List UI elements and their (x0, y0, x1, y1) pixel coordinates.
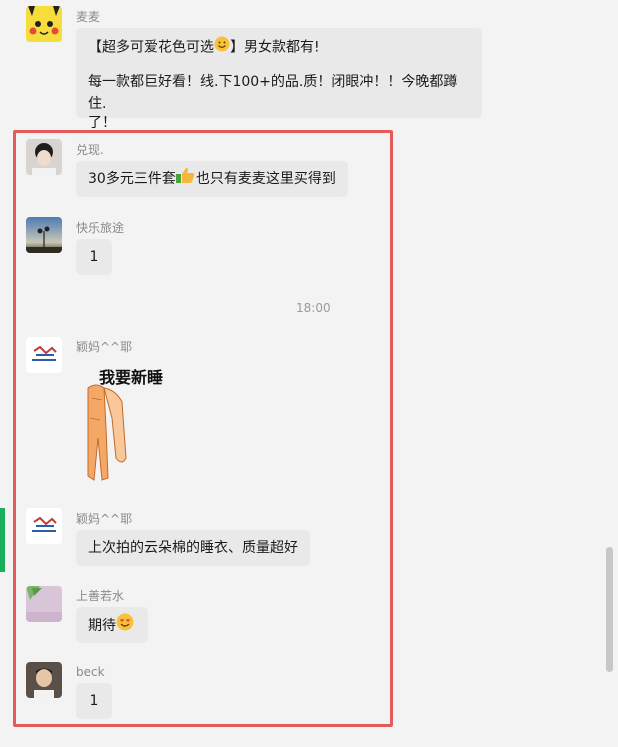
message-text: 1 (89, 693, 99, 709)
sender-name: beck (76, 665, 105, 679)
avatar-duixian[interactable] (26, 139, 62, 175)
smile-emoji-icon (214, 36, 230, 59)
avatar-maimai[interactable] (26, 6, 62, 42)
message-text: 】男女款都有! (230, 39, 320, 56)
time-divider: 18:00 (296, 301, 331, 315)
sender-name: 麦麦 (76, 10, 101, 24)
message-text: 1 (89, 249, 99, 265)
sender-name: 上善若水 (76, 589, 125, 603)
selection-highlight-box (13, 130, 393, 727)
avatar-yingma[interactable] (26, 508, 62, 544)
message-text: 每一款都巨好看！线.下100+的品.质！闭眼冲！！今晚都蹲住. (88, 74, 458, 112)
sender-name: 颖妈^^耶 (76, 512, 133, 526)
message-bubble[interactable]: 1 (76, 683, 112, 719)
message-bubble[interactable]: 上次拍的云朵棉的睡衣、质量超好 (76, 530, 310, 566)
message-bubble[interactable]: 【超多可爱花色可选 】男女款都有! 每一款都巨好看！线.下100+的品.质！闭眼冲… (76, 28, 482, 131)
message-text: 也只有麦麦这里买得到 (195, 171, 336, 187)
avatar-shangshanruoshui[interactable] (26, 586, 62, 622)
message-text: 了！ (88, 115, 116, 131)
message-text: 期待 (88, 618, 116, 634)
scrollbar-thumb[interactable] (606, 547, 613, 672)
message-text: 上次拍的云朵棉的睡衣、质量超好 (88, 540, 298, 556)
avatar-beck[interactable] (26, 662, 62, 698)
message-bubble[interactable]: 期待 (76, 607, 148, 643)
message-text: 【超多可爱花色可选 (88, 39, 214, 56)
sticker-caption: 我要新睡 (99, 368, 164, 387)
active-indicator (0, 508, 5, 572)
sender-name: 颖妈^^耶 (76, 340, 133, 354)
sender-name: 兑现. (76, 143, 104, 157)
message-bubble[interactable]: 30多元三件套 也只有麦麦这里买得到 (76, 161, 348, 197)
avatar-yingma[interactable] (26, 337, 62, 373)
sticker-image[interactable]: 我要新睡 (76, 358, 186, 488)
avatar-kuailelvtu[interactable] (26, 217, 62, 253)
message-bubble[interactable]: 1 (76, 239, 112, 275)
heart-eyes-icon (116, 613, 134, 639)
sender-name: 快乐旅途 (76, 221, 125, 235)
thumbs-up-icon (175, 167, 196, 191)
message-text: 30多元三件套 (88, 171, 176, 187)
